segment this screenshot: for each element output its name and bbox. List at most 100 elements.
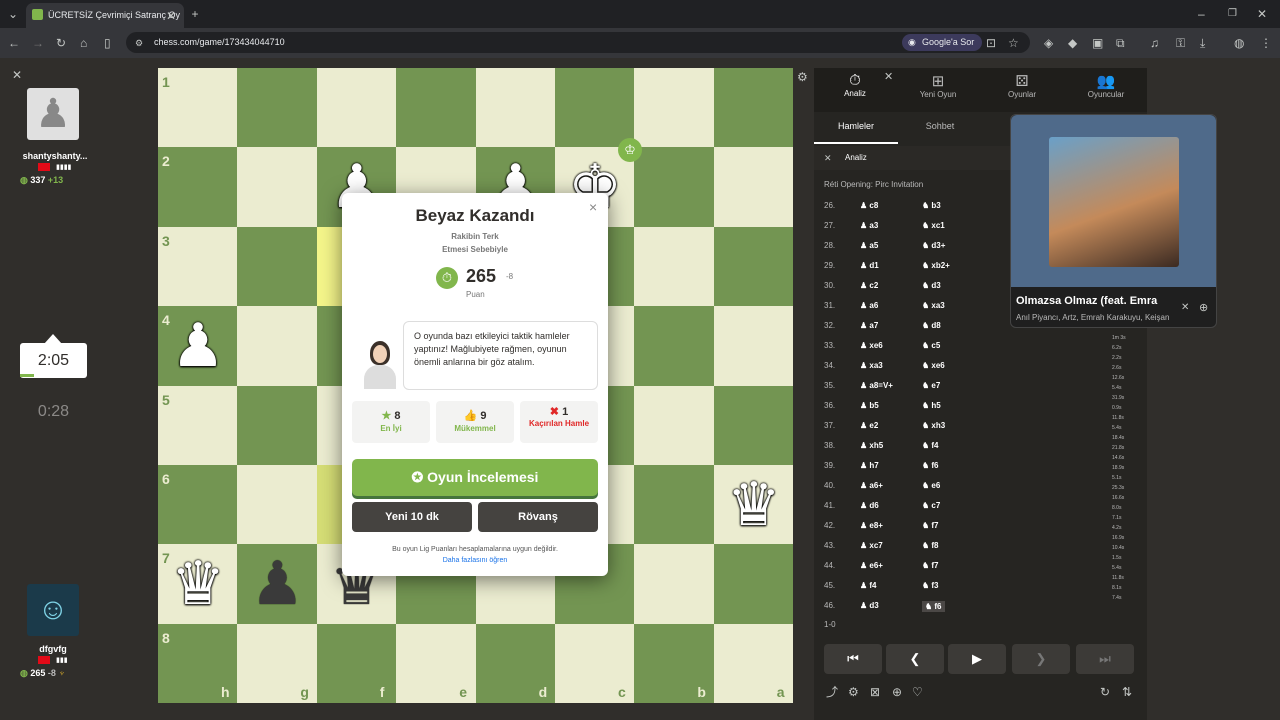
stat-missed[interactable]: ✖ 1 Kaçırılan Hamle xyxy=(520,401,598,443)
black-move[interactable]: ♞ f7 xyxy=(922,561,939,570)
bottom-player-name[interactable]: dfgvfg xyxy=(0,644,108,654)
zoom-icon[interactable]: ⊕ xyxy=(892,685,902,699)
flip-board-icon[interactable]: ⇅ xyxy=(1122,685,1132,699)
move-row[interactable]: 41. ♟ d6 ♞ c7 xyxy=(814,495,1147,515)
media-expand-icon[interactable]: ⊕ xyxy=(1199,301,1208,315)
game-review-button[interactable]: ✪ Oyun İncelemesi xyxy=(352,459,598,496)
tab-players[interactable]: 👥 Oyuncular xyxy=(1078,72,1134,99)
white-move[interactable]: ♟ xe6 xyxy=(860,341,883,350)
white-pawn[interactable]: ♟ xyxy=(158,306,238,386)
board-settings-gear-icon[interactable]: ⚙ xyxy=(797,70,808,84)
black-move[interactable]: ♞ xe6 xyxy=(922,361,945,370)
board-square[interactable] xyxy=(475,68,555,148)
board-square[interactable] xyxy=(237,385,317,465)
white-move[interactable]: ♟ a7 xyxy=(860,321,878,330)
white-move[interactable]: ♟ d1 xyxy=(860,261,879,270)
black-move[interactable]: ♞ d3 xyxy=(922,281,941,290)
move-row[interactable]: 35. ♟ a8=V+ ♞ e7 xyxy=(814,375,1147,395)
black-move[interactable]: ♞ f3 xyxy=(922,581,939,590)
google-ask-button[interactable]: ◉ Google'a Sor xyxy=(902,34,983,51)
next-move-button[interactable]: ❯ xyxy=(1012,644,1070,674)
black-move[interactable]: ♞ f6 xyxy=(922,461,939,470)
black-move[interactable]: ♞ f4 xyxy=(922,441,939,450)
rematch-button[interactable]: Rövanş xyxy=(478,502,598,532)
black-move[interactable]: ♞ e7 xyxy=(922,381,940,390)
maximize-icon[interactable]: ❐ xyxy=(1228,7,1237,21)
bookmark-star-icon[interactable]: ☆ xyxy=(1008,36,1019,50)
board-square[interactable] xyxy=(237,147,317,227)
extension-icon[interactable]: ◈ xyxy=(1044,36,1053,50)
black-move[interactable]: ♞ f6 xyxy=(922,601,945,612)
white-move[interactable]: ♟ e2 xyxy=(860,421,878,430)
white-move[interactable]: ♟ h7 xyxy=(860,461,879,470)
black-move[interactable]: ♞ d3+ xyxy=(922,241,945,250)
media-close-icon[interactable]: ✕ xyxy=(1181,301,1189,315)
site-info-icon[interactable]: ⚙ xyxy=(135,36,143,50)
white-move[interactable]: ♟ a6+ xyxy=(860,481,883,490)
board-square[interactable] xyxy=(634,306,714,386)
tab-games[interactable]: ⚄ Oyunlar xyxy=(994,72,1050,99)
black-move[interactable]: ♞ e6 xyxy=(922,481,940,490)
move-row[interactable]: 36. ♟ b5 ♞ h5 xyxy=(814,395,1147,415)
top-player-avatar[interactable]: ♟ xyxy=(27,88,79,140)
move-row[interactable]: 33. ♟ xe6 ♞ c5 xyxy=(814,335,1147,355)
white-move[interactable]: ♟ b5 xyxy=(860,401,879,410)
move-row[interactable]: 39. ♟ h7 ♞ f6 xyxy=(814,455,1147,475)
board-square[interactable] xyxy=(713,306,794,386)
black-move[interactable]: ♞ f7 xyxy=(922,521,939,530)
white-move[interactable]: ♟ xa3 xyxy=(860,361,883,370)
move-row[interactable]: 46. ♟ d3 ♞ f6 xyxy=(814,595,1147,615)
close-tab-icon[interactable]: ✕ xyxy=(166,9,176,23)
top-player-name[interactable]: shantyshanty... xyxy=(0,151,110,161)
export-icon[interactable]: ⊠ xyxy=(870,685,880,699)
stat-best[interactable]: ★ 8 En İyi xyxy=(352,401,430,443)
board-square[interactable] xyxy=(316,68,397,148)
board-square[interactable] xyxy=(634,465,714,545)
extension-icon[interactable]: ▣ xyxy=(1092,36,1103,50)
white-move[interactable]: ♟ xh5 xyxy=(860,441,883,450)
black-move[interactable]: ♞ xb2+ xyxy=(922,261,950,270)
black-move[interactable]: ♞ h5 xyxy=(922,401,941,410)
white-move[interactable]: ♟ d6 xyxy=(860,501,879,510)
black-move[interactable]: ♞ f8 xyxy=(922,541,939,550)
black-move[interactable]: ♞ xc1 xyxy=(922,221,945,230)
white-move[interactable]: ♟ e6+ xyxy=(860,561,883,570)
white-move[interactable]: ♟ a8=V+ xyxy=(860,381,893,390)
subtab-chat[interactable]: Sohbet xyxy=(898,112,982,144)
move-row[interactable]: 45. ♟ f4 ♞ f3 xyxy=(814,575,1147,595)
board-square[interactable] xyxy=(634,68,714,148)
board-square[interactable] xyxy=(713,147,794,227)
board-square[interactable] xyxy=(713,226,794,307)
url-bar[interactable]: ⚙ chess.com/game/173434044710 ◉ Google'a… xyxy=(126,32,1030,53)
white-move[interactable]: ♟ a6 xyxy=(860,301,878,310)
tab-list-icon[interactable]: ⌄ xyxy=(6,7,20,21)
move-row[interactable]: 44. ♟ e6+ ♞ f7 xyxy=(814,555,1147,575)
profile-icon[interactable]: ◍ xyxy=(1234,36,1244,50)
bottom-player-avatar[interactable]: ☺ xyxy=(27,584,79,636)
download-icon[interactable]: ⤓ xyxy=(1200,36,1205,50)
play-button[interactable]: ▶ xyxy=(948,644,1006,674)
refresh-icon[interactable]: ↻ xyxy=(1100,685,1110,699)
board-square[interactable] xyxy=(237,306,317,386)
install-icon[interactable]: ⊡ xyxy=(986,36,996,50)
white-move[interactable]: ♟ f4 xyxy=(860,581,877,590)
board-square[interactable] xyxy=(634,544,714,624)
white-move[interactable]: ♟ a3 xyxy=(860,221,878,230)
sidepanel-icon[interactable]: ▯ xyxy=(104,36,111,50)
media-mini-player[interactable]: Olmazsa Olmaz (feat. Emra Anıl Piyancı, … xyxy=(1010,114,1217,328)
black-move[interactable]: ♞ xh3 xyxy=(922,421,945,430)
white-move[interactable]: ♟ e8+ xyxy=(860,521,883,530)
white-move[interactable]: ♟ a5 xyxy=(860,241,878,250)
move-row[interactable]: 37. ♟ e2 ♞ xh3 xyxy=(814,415,1147,435)
black-move[interactable]: ♞ xa3 xyxy=(922,301,945,310)
black-pawn[interactable]: ♟ xyxy=(237,544,317,624)
white-queen[interactable]: ♛ xyxy=(714,465,794,545)
white-move[interactable]: ♟ c8 xyxy=(860,201,878,210)
new-tab-icon[interactable]: + xyxy=(188,7,202,21)
board-square[interactable] xyxy=(237,226,317,307)
share-icon[interactable]: ⤴ xyxy=(826,685,838,699)
first-move-button[interactable]: ⏮ xyxy=(824,644,882,674)
extensions-puzzle-icon[interactable]: ⧉ xyxy=(1116,36,1125,50)
board-square[interactable] xyxy=(555,68,635,148)
learn-more-link[interactable]: Daha fazlasını öğren xyxy=(342,557,608,564)
